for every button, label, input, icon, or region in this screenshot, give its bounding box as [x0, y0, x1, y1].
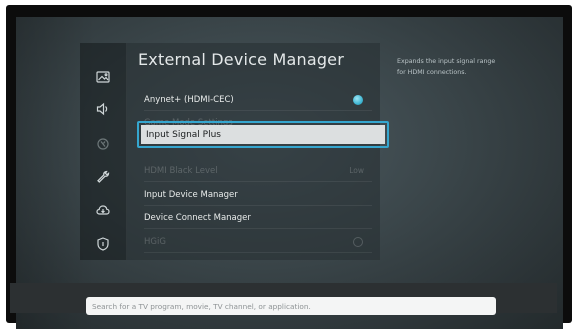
sound-icon[interactable]: [93, 99, 113, 119]
menu-item-device-connect-manager[interactable]: Device Connect Manager: [144, 207, 372, 229]
menu-item-label: HGiG: [144, 236, 166, 247]
menu-item-label: HDMI Black Level: [144, 165, 218, 176]
menu-item-anynet[interactable]: Anynet+ (HDMI-CEC): [144, 89, 372, 111]
menu-item-hgig: HGiG: [144, 231, 372, 253]
general-icon[interactable]: [93, 167, 113, 187]
toggle-on-icon[interactable]: [353, 94, 363, 105]
menu-item-label: Input Signal Plus: [141, 125, 385, 144]
menu-item-label: Input Device Manager: [144, 189, 238, 200]
settings-category-rail: [80, 43, 127, 260]
menu-item-label: Device Connect Manager: [144, 212, 251, 223]
privacy-icon[interactable]: [93, 234, 113, 254]
broadcasting-icon[interactable]: [93, 134, 113, 154]
support-icon[interactable]: [93, 200, 113, 220]
menu-item-value: Low: [349, 166, 364, 175]
help-description: Expands the input signal range for HDMI …: [397, 58, 496, 76]
toggle-off-icon: [353, 236, 363, 247]
menu-item-hdmi-black-level: HDMI Black Level Low: [144, 160, 372, 182]
picture-icon[interactable]: [93, 67, 113, 87]
panel-title: External Device Manager: [138, 50, 345, 69]
menu-item-input-signal-plus[interactable]: Input Signal Plus: [137, 121, 389, 148]
menu-item-label: Anynet+ (HDMI-CEC): [144, 94, 234, 105]
search-input[interactable]: Search for a TV program, movie, TV chann…: [86, 297, 496, 315]
menu-item-input-device-manager[interactable]: Input Device Manager: [144, 184, 372, 206]
